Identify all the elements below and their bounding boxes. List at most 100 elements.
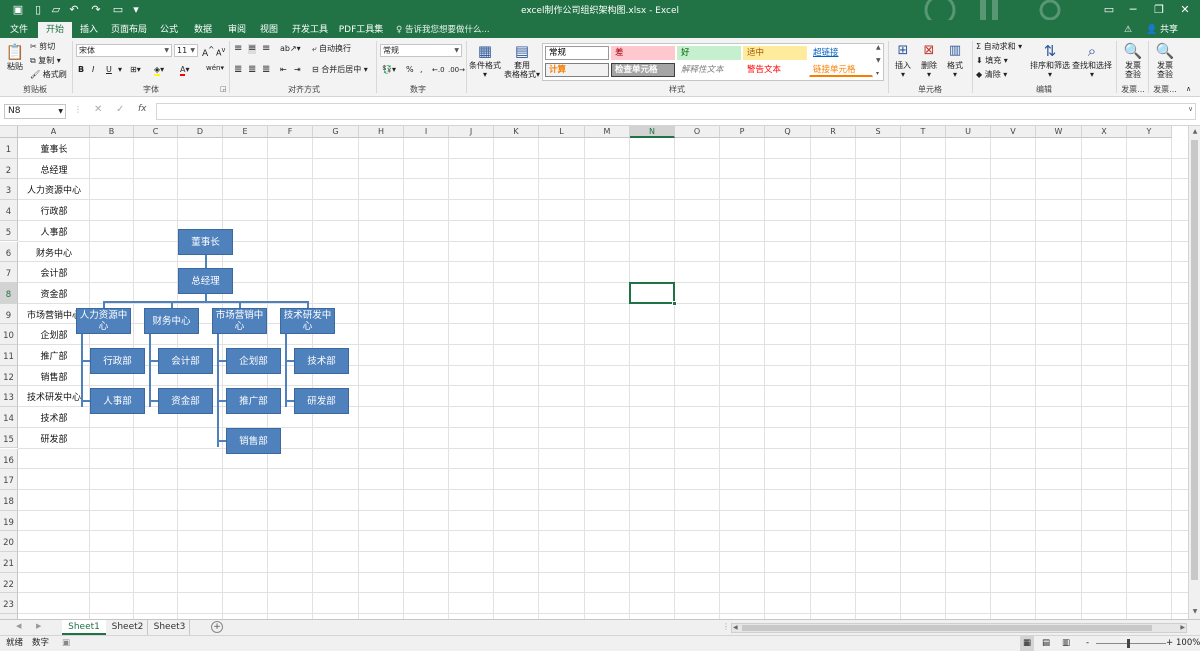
tab-file[interactable]: 文件 (2, 22, 36, 38)
org-box-sales[interactable]: 销售部 (226, 428, 281, 454)
org-box-research[interactable]: 研发部 (294, 388, 349, 414)
prev-sheet-icon[interactable]: ◀ (16, 622, 21, 630)
find-select-button[interactable]: ⌕ 查找和选择 ▾ (1072, 41, 1112, 79)
grow-font-button[interactable]: A^ (202, 45, 214, 59)
spreadsheet-grid[interactable]: A B C D E F G H I J K L M N O P Q R S T U V W X Y 1 2 3 4 5 6 7 8 9 10 11 12… (0, 126, 1188, 619)
org-box-chairman[interactable]: 董事长 (178, 229, 233, 255)
italic-button[interactable]: I (92, 65, 94, 75)
column-header-q[interactable]: Q (765, 126, 811, 138)
column-header-f[interactable]: F (268, 126, 313, 138)
row-header-1[interactable]: 1 (0, 138, 18, 159)
gallery-down-icon[interactable]: ▼ (876, 56, 881, 66)
row-header-11[interactable]: 11 (0, 345, 18, 366)
increase-decimal-icon[interactable]: ←.0 (432, 65, 445, 75)
org-box-personnel[interactable]: 人事部 (90, 388, 145, 414)
fill-button[interactable]: ⬇ 填充 ▾ (976, 56, 1008, 66)
org-box-treasury[interactable]: 资金部 (158, 388, 213, 414)
cell-a8[interactable]: 资金部 (18, 287, 90, 300)
zoom-slider-thumb[interactable] (1127, 639, 1130, 648)
column-header-m[interactable]: M (585, 126, 630, 138)
tab-developer[interactable]: 开发工具 (288, 22, 332, 38)
collapse-ribbon-icon[interactable]: ∧ (1186, 84, 1191, 94)
scroll-up-icon[interactable]: ▲ (1189, 128, 1200, 135)
vertical-scroll-thumb[interactable] (1191, 140, 1198, 580)
column-header-x[interactable]: X (1082, 126, 1127, 138)
normal-view-icon[interactable]: ▦ (1020, 636, 1035, 651)
gallery-more-icon[interactable]: ▾ (876, 69, 879, 79)
zoom-in-button[interactable]: + (1166, 636, 1173, 651)
column-header-u[interactable]: U (946, 126, 991, 138)
cell-a12[interactable]: 销售部 (18, 370, 90, 383)
tab-review[interactable]: 审阅 (222, 22, 252, 38)
macro-record-icon[interactable]: ▣ (62, 636, 70, 651)
format-as-table-button[interactable]: ▤ 套用 表格格式▾ (504, 41, 540, 79)
cell-style-6[interactable]: 计算 (545, 63, 609, 77)
align-bottom-icon[interactable]: ≡ (262, 44, 270, 54)
org-box-tech[interactable]: 技术部 (294, 348, 349, 374)
column-header-b[interactable]: B (90, 126, 134, 138)
warning-icon[interactable]: ⚠ (1124, 22, 1132, 38)
column-header-a[interactable]: A (18, 126, 90, 138)
gallery-up-icon[interactable]: ▲ (876, 43, 881, 53)
align-middle-icon[interactable]: ≡ (248, 44, 257, 54)
column-header-i[interactable]: I (404, 126, 449, 138)
scroll-right-icon[interactable]: ▶ (1180, 624, 1185, 631)
share-button[interactable]: 共享 (1160, 22, 1178, 38)
tab-pdf-tools[interactable]: PDF工具集 (336, 22, 386, 38)
cell-a14[interactable]: 技术部 (18, 411, 90, 424)
zoom-level[interactable]: 100% (1176, 636, 1200, 651)
row-header-10[interactable]: 10 (0, 324, 18, 345)
column-header-h[interactable]: H (359, 126, 404, 138)
align-right-icon[interactable]: ≣ (262, 65, 270, 75)
tab-insert[interactable]: 插入 (74, 22, 104, 38)
column-header-l[interactable]: L (539, 126, 585, 138)
row-header-13[interactable]: 13 (0, 386, 18, 408)
column-header-o[interactable]: O (675, 126, 720, 138)
decrease-decimal-icon[interactable]: .00→ (448, 65, 465, 75)
cell-a11[interactable]: 推广部 (18, 349, 90, 362)
column-header-n[interactable]: N (630, 126, 675, 138)
bold-button[interactable]: B (78, 65, 84, 75)
column-header-k[interactable]: K (494, 126, 539, 138)
org-box-finance-center[interactable]: 财务中心 (144, 308, 199, 334)
column-header-p[interactable]: P (720, 126, 765, 138)
tab-view[interactable]: 视图 (254, 22, 284, 38)
row-header-23[interactable]: 23 (0, 593, 18, 615)
cell-style-7[interactable]: 检查单元格 (611, 63, 675, 77)
accounting-format-icon[interactable]: 💱▾ (382, 65, 396, 75)
org-box-accounting[interactable]: 会计部 (158, 348, 213, 374)
row-header-19[interactable]: 19 (0, 510, 18, 532)
row-header-3[interactable]: 3 (0, 179, 18, 201)
font-size-combo[interactable]: 11 ▼ (174, 44, 198, 57)
conditional-format-button[interactable]: ▦ 条件格式 ▾ (468, 41, 502, 79)
sort-filter-button[interactable]: ⇅ 排序和筛选 ▾ (1030, 41, 1070, 79)
expand-formula-icon[interactable]: ∨ (1188, 105, 1193, 113)
align-center-icon[interactable]: ≣ (248, 65, 256, 75)
cell-a2[interactable]: 总经理 (18, 163, 90, 176)
tab-page-layout[interactable]: 页面布局 (108, 22, 150, 38)
sheet-tab-sheet2[interactable]: Sheet2 (108, 620, 148, 635)
tab-home[interactable]: 开始 (38, 22, 72, 38)
enter-icon[interactable]: ✓ (116, 104, 124, 115)
cell-style-5[interactable]: 超链接 (809, 46, 873, 60)
row-header-14[interactable]: 14 (0, 407, 18, 428)
scroll-left-icon[interactable]: ◀ (733, 624, 738, 631)
page-break-view-icon[interactable]: ▥ (1062, 636, 1070, 651)
org-box-promotion[interactable]: 推广部 (226, 388, 281, 414)
tab-formulas[interactable]: 公式 (154, 22, 184, 38)
cell-style-3[interactable]: 好 (677, 46, 741, 60)
sheet-tab-sheet1[interactable]: Sheet1 (62, 620, 106, 635)
column-header-g[interactable]: G (313, 126, 359, 138)
column-header-d[interactable]: D (178, 126, 223, 138)
paste-button[interactable]: 📋 粘贴 (4, 42, 26, 71)
align-left-icon[interactable]: ≣ (234, 65, 242, 75)
selected-cell[interactable] (629, 281, 675, 304)
next-sheet-icon[interactable]: ▶ (36, 622, 41, 630)
number-format-combo[interactable]: 常规 ▼ (380, 44, 462, 57)
column-header-t[interactable]: T (901, 126, 946, 138)
column-header-s[interactable]: S (856, 126, 901, 138)
horizontal-scroll-thumb[interactable] (742, 625, 1152, 631)
orientation-icon[interactable]: ab↗▾ (280, 44, 301, 54)
select-all-corner[interactable] (0, 126, 18, 138)
font-name-combo[interactable]: 宋体 ▼ (76, 44, 172, 57)
